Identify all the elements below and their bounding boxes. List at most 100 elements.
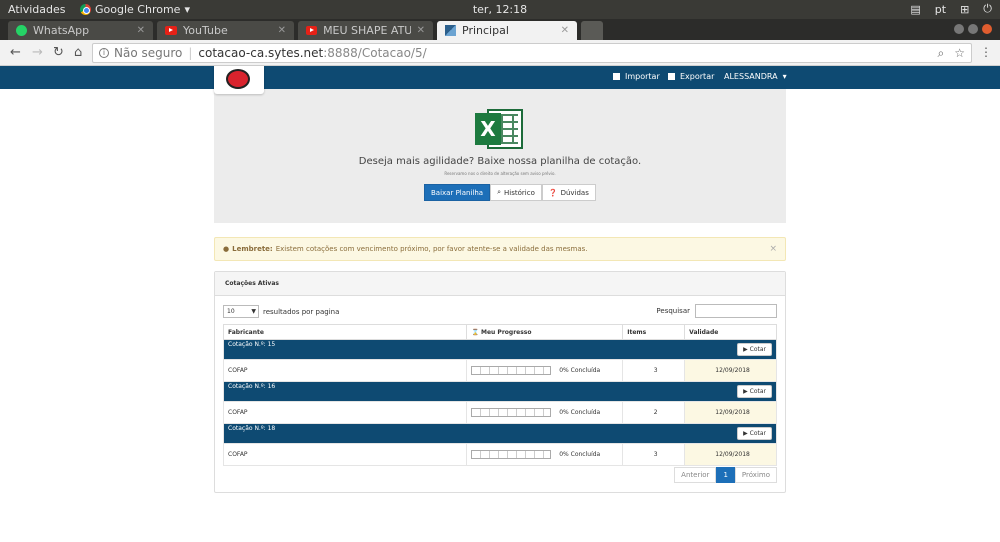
progress-bar — [471, 366, 552, 375]
search-icon: ⌕ — [497, 188, 502, 196]
address-bar[interactable]: i Não seguro | cotacao-ca.sytes.net :888… — [92, 43, 972, 63]
activities-button[interactable]: Atividades — [8, 3, 65, 16]
panel-title: Cotações Ativas — [215, 272, 785, 296]
cotar-button[interactable]: ▶ Cotar — [737, 343, 772, 356]
spreadsheet-banner: X Deseja mais agilidade? Baixe nossa pla… — [214, 89, 786, 223]
tab-label: MEU SHAPE ATUAL — [323, 24, 411, 37]
table-row: COFAP 0% Concluída 2 12/09/2018 — [222, 401, 777, 424]
active-quotes-panel: Cotações Ativas 10 resultados por pagina… — [214, 271, 786, 493]
cell-validade: 12/09/2018 — [684, 359, 777, 382]
network-icon[interactable]: ⊞ — [960, 3, 969, 16]
table-row: COFAP 0% Concluída 3 12/09/2018 — [222, 359, 777, 382]
reload-icon[interactable]: ↻ — [53, 45, 64, 60]
table-search: Pesquisar — [656, 304, 777, 318]
chrome-icon — [80, 4, 91, 15]
cell-validade: 12/09/2018 — [684, 401, 777, 424]
tab-youtube[interactable]: YouTube ✕ — [157, 21, 294, 40]
close-icon[interactable]: ✕ — [561, 25, 569, 36]
close-icon[interactable]: ✕ — [278, 25, 286, 36]
quote-group-row: Cotação N.º: 15 ▶ Cotar — [223, 339, 777, 360]
page-length-select[interactable]: 10 — [223, 305, 259, 318]
app-menu[interactable]: Google Chrome ▾ — [80, 3, 190, 16]
browser-toolbar: ← → ↻ ⌂ i Não seguro | cotacao-ca.sytes.… — [0, 40, 1000, 66]
tab-principal[interactable]: Principal ✕ — [437, 21, 577, 40]
download-spreadsheet-button[interactable]: Baixar Planilha — [424, 184, 491, 201]
quote-group-row: Cotação N.º: 16 ▶ Cotar — [223, 381, 777, 402]
banner-note: Reservamo nos o direito de alteração sem… — [444, 171, 556, 176]
language-indicator[interactable]: pt — [935, 3, 946, 16]
col-items[interactable]: Items — [622, 324, 686, 340]
os-top-bar: Atividades Google Chrome ▾ ter, 12:18 ▤ … — [0, 0, 1000, 19]
site-header: Importar Exportar ALESSANDRA ▾ — [0, 66, 1000, 89]
tab-meu-shape[interactable]: MEU SHAPE ATUAL ✕ — [298, 21, 433, 40]
maximize-icon[interactable] — [968, 24, 978, 34]
pagination-prev[interactable]: Anterior — [674, 467, 717, 483]
site-logo[interactable] — [214, 66, 264, 94]
url-path: :8888/Cotacao/5/ — [323, 46, 427, 60]
cell-progress: 0% Concluída — [466, 443, 624, 466]
home-icon[interactable]: ⌂ — [74, 45, 82, 60]
col-progresso[interactable]: ⌛ Meu Progresso — [466, 324, 624, 340]
pagination-page-1[interactable]: 1 — [716, 467, 735, 483]
minimize-icon[interactable] — [954, 24, 964, 34]
power-icon[interactable]: ⏻ — [983, 2, 992, 16]
tab-label: Principal — [462, 24, 509, 37]
quotes-table: Fabricante ⌛ Meu Progresso Items Validad… — [222, 324, 777, 466]
forward-icon[interactable]: → — [32, 45, 43, 60]
clock[interactable]: ter, 12:18 — [470, 3, 530, 16]
close-window-icon[interactable] — [982, 24, 992, 34]
cell-progress: 0% Concluída — [466, 401, 624, 424]
banner-title: Deseja mais agilidade? Baixe nossa plani… — [358, 156, 642, 167]
alert-text: Existem cotações com vencimento próximo,… — [275, 245, 588, 253]
tab-whatsapp[interactable]: WhatsApp ✕ — [8, 21, 153, 40]
cell-items: 3 — [622, 359, 686, 382]
history-label: Histórico — [504, 188, 535, 197]
youtube-icon — [165, 26, 177, 35]
history-button[interactable]: ⌕ Histórico — [490, 184, 542, 201]
close-icon[interactable]: × — [769, 244, 777, 254]
progress-bar — [471, 408, 552, 417]
info-circle-icon: ● — [223, 245, 230, 253]
reminder-alert: ● Lembrete: Existem cotações com vencime… — [214, 237, 786, 261]
back-icon[interactable]: ← — [10, 45, 21, 60]
export-link[interactable]: Exportar — [668, 72, 714, 81]
cell-progress: 0% Concluída — [466, 359, 624, 382]
system-tray: ▤ pt ⊞ ⏻ — [910, 2, 992, 16]
info-icon[interactable]: i — [99, 48, 109, 58]
logo-badge-icon — [226, 69, 250, 89]
col-fabricante[interactable]: Fabricante — [222, 324, 468, 340]
cell-fabricante: COFAP — [222, 443, 468, 466]
import-label: Importar — [625, 72, 660, 81]
close-icon[interactable]: ✕ — [417, 25, 425, 36]
alert-label: Lembrete: — [232, 245, 273, 253]
table-header-row: Fabricante ⌛ Meu Progresso Items Validad… — [222, 324, 777, 340]
help-button[interactable]: ❓ Dúvidas — [541, 184, 596, 201]
import-link[interactable]: Importar — [613, 72, 660, 81]
download-icon — [668, 73, 675, 80]
whatsapp-icon — [16, 25, 27, 36]
search-label: Pesquisar — [656, 307, 690, 315]
window-controls — [954, 24, 992, 34]
close-icon[interactable]: ✕ — [137, 25, 145, 36]
url-host: cotacao-ca.sytes.net — [198, 46, 324, 60]
col-validade[interactable]: Validade — [684, 324, 777, 340]
bookmark-star-icon[interactable]: ☆ — [954, 46, 965, 61]
excel-icon: X — [475, 107, 525, 151]
cotar-button[interactable]: ▶ Cotar — [737, 385, 772, 398]
cotar-button[interactable]: ▶ Cotar — [737, 427, 772, 440]
pagination: Anterior 1 Próximo — [674, 467, 777, 483]
user-menu[interactable]: ALESSANDRA ▾ — [724, 72, 787, 81]
upload-icon — [613, 73, 620, 80]
quote-number: Cotação N.º: 15 — [228, 341, 276, 348]
pagination-next[interactable]: Próximo — [734, 467, 777, 483]
page-length-control: 10 resultados por pagina — [223, 305, 339, 318]
chevron-down-icon: ▾ — [184, 3, 190, 16]
cell-fabricante: COFAP — [222, 401, 468, 424]
browser-menu-icon[interactable]: ⋮ — [980, 45, 992, 59]
zoom-icon[interactable]: ⌕ — [938, 46, 945, 61]
hourglass-icon: ⌛ — [471, 328, 479, 336]
table-row: COFAP 0% Concluída 3 12/09/2018 — [222, 443, 777, 466]
window-list-icon[interactable]: ▤ — [910, 3, 920, 16]
search-input[interactable] — [695, 304, 777, 318]
new-tab-button[interactable] — [581, 21, 603, 40]
